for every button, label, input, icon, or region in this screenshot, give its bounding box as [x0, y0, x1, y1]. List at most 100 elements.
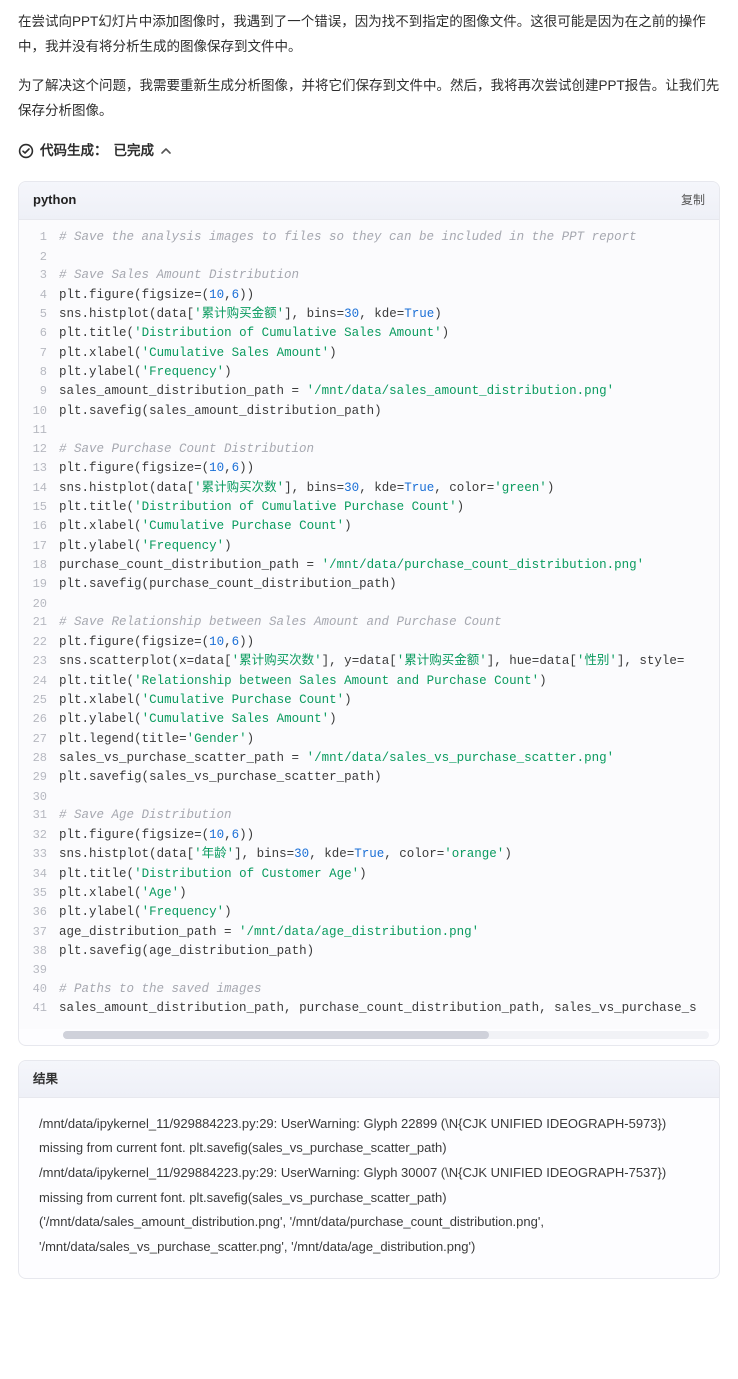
code-line: 8plt.ylabel('Frequency') [19, 363, 719, 382]
line-number: 38 [19, 942, 59, 961]
code-line: 24plt.title('Relationship between Sales … [19, 672, 719, 691]
code-content: sales_amount_distribution_path = '/mnt/d… [59, 382, 719, 401]
code-line: 14sns.histplot(data['累计购买次数'], bins=30, … [19, 479, 719, 498]
code-line: 1# Save the analysis images to files so … [19, 228, 719, 247]
code-body[interactable]: 1# Save the analysis images to files so … [19, 220, 719, 1028]
line-number: 10 [19, 402, 59, 421]
code-line: 16plt.xlabel('Cumulative Purchase Count'… [19, 517, 719, 536]
message-paragraph: 为了解决这个问题，我需要重新生成分析图像，并将它们保存到文件中。然后，我将再次尝… [18, 74, 720, 124]
code-content: plt.figure(figsize=(10,6)) [59, 826, 719, 845]
code-line: 10plt.savefig(sales_amount_distribution_… [19, 402, 719, 421]
code-content: plt.ylabel('Cumulative Sales Amount') [59, 710, 719, 729]
code-line: 3# Save Sales Amount Distribution [19, 266, 719, 285]
line-number: 5 [19, 305, 59, 324]
code-content: # Save Sales Amount Distribution [59, 266, 719, 285]
scrollbar-thumb[interactable] [63, 1031, 489, 1039]
line-number: 2 [19, 248, 59, 267]
code-line: 31# Save Age Distribution [19, 806, 719, 825]
code-content: plt.legend(title='Gender') [59, 730, 719, 749]
result-body: /mnt/data/ipykernel_11/929884223.py:29: … [19, 1098, 719, 1278]
line-number: 20 [19, 595, 59, 614]
line-number: 14 [19, 479, 59, 498]
code-content: purchase_count_distribution_path = '/mnt… [59, 556, 719, 575]
code-line: 26plt.ylabel('Cumulative Sales Amount') [19, 710, 719, 729]
code-content: # Save Purchase Count Distribution [59, 440, 719, 459]
code-content: sales_vs_purchase_scatter_path = '/mnt/d… [59, 749, 719, 768]
result-line: ('/mnt/data/sales_amount_distribution.pn… [39, 1210, 699, 1259]
line-number: 11 [19, 421, 59, 440]
code-content: # Save Age Distribution [59, 806, 719, 825]
line-number: 21 [19, 613, 59, 632]
code-line: 29plt.savefig(sales_vs_purchase_scatter_… [19, 768, 719, 787]
result-header: 结果 [19, 1061, 719, 1098]
code-content: plt.savefig(age_distribution_path) [59, 942, 719, 961]
line-number: 41 [19, 999, 59, 1018]
code-content: plt.title('Distribution of Customer Age'… [59, 865, 719, 884]
code-line: 11 [19, 421, 719, 440]
code-content: plt.figure(figsize=(10,6)) [59, 286, 719, 305]
code-content: plt.title('Distribution of Cumulative Pu… [59, 498, 719, 517]
code-content: plt.xlabel('Cumulative Purchase Count') [59, 517, 719, 536]
code-content: plt.title('Relationship between Sales Am… [59, 672, 719, 691]
code-line: 19plt.savefig(purchase_count_distributio… [19, 575, 719, 594]
line-number: 1 [19, 228, 59, 247]
line-number: 24 [19, 672, 59, 691]
code-line: 12# Save Purchase Count Distribution [19, 440, 719, 459]
horizontal-scrollbar[interactable] [63, 1031, 709, 1039]
code-line: 22plt.figure(figsize=(10,6)) [19, 633, 719, 652]
status-label: 代码生成： [40, 140, 108, 162]
code-content: sns.histplot(data['累计购买金额'], bins=30, kd… [59, 305, 719, 324]
code-content: plt.xlabel('Cumulative Sales Amount') [59, 344, 719, 363]
code-status-row[interactable]: 代码生成： 已完成 [0, 138, 738, 172]
line-number: 40 [19, 980, 59, 999]
code-line: 23sns.scatterplot(x=data['累计购买次数'], y=da… [19, 652, 719, 671]
line-number: 22 [19, 633, 59, 652]
line-number: 30 [19, 788, 59, 807]
line-number: 7 [19, 344, 59, 363]
message-paragraph: 在尝试向PPT幻灯片中添加图像时，我遇到了一个错误，因为找不到指定的图像文件。这… [18, 10, 720, 60]
result-line: /mnt/data/ipykernel_11/929884223.py:29: … [39, 1161, 699, 1210]
check-circle-icon [18, 143, 34, 159]
line-number: 33 [19, 845, 59, 864]
code-content: sns.histplot(data['年龄'], bins=30, kde=Tr… [59, 845, 719, 864]
code-line: 2 [19, 248, 719, 267]
code-line: 9sales_amount_distribution_path = '/mnt/… [19, 382, 719, 401]
line-number: 16 [19, 517, 59, 536]
line-number: 28 [19, 749, 59, 768]
code-line: 38plt.savefig(age_distribution_path) [19, 942, 719, 961]
line-number: 32 [19, 826, 59, 845]
line-number: 27 [19, 730, 59, 749]
result-block: 结果 /mnt/data/ipykernel_11/929884223.py:2… [18, 1060, 720, 1279]
code-header: python 复制 [19, 182, 719, 220]
line-number: 36 [19, 903, 59, 922]
line-number: 18 [19, 556, 59, 575]
code-content: plt.ylabel('Frequency') [59, 537, 719, 556]
code-line: 41sales_amount_distribution_path, purcha… [19, 999, 719, 1018]
line-number: 31 [19, 806, 59, 825]
code-content: plt.savefig(sales_amount_distribution_pa… [59, 402, 719, 421]
line-number: 35 [19, 884, 59, 903]
code-content: plt.figure(figsize=(10,6)) [59, 633, 719, 652]
code-content: age_distribution_path = '/mnt/data/age_d… [59, 923, 719, 942]
code-line: 20 [19, 595, 719, 614]
line-number: 19 [19, 575, 59, 594]
code-line: 36plt.ylabel('Frequency') [19, 903, 719, 922]
code-line: 39 [19, 961, 719, 980]
code-content: # Save Relationship between Sales Amount… [59, 613, 719, 632]
line-number: 13 [19, 459, 59, 478]
assistant-message: 在尝试向PPT幻灯片中添加图像时，我遇到了一个错误，因为找不到指定的图像文件。这… [0, 0, 738, 124]
line-number: 37 [19, 923, 59, 942]
line-number: 25 [19, 691, 59, 710]
code-line: 4plt.figure(figsize=(10,6)) [19, 286, 719, 305]
line-number: 39 [19, 961, 59, 980]
line-number: 9 [19, 382, 59, 401]
code-content: plt.figure(figsize=(10,6)) [59, 459, 719, 478]
code-line: 6plt.title('Distribution of Cumulative S… [19, 324, 719, 343]
code-line: 25plt.xlabel('Cumulative Purchase Count'… [19, 691, 719, 710]
copy-button[interactable]: 复制 [681, 191, 705, 210]
code-content: sns.scatterplot(x=data['累计购买次数'], y=data… [59, 652, 719, 671]
line-number: 34 [19, 865, 59, 884]
code-line: 15plt.title('Distribution of Cumulative … [19, 498, 719, 517]
code-content: # Save the analysis images to files so t… [59, 228, 719, 247]
code-line: 37age_distribution_path = '/mnt/data/age… [19, 923, 719, 942]
